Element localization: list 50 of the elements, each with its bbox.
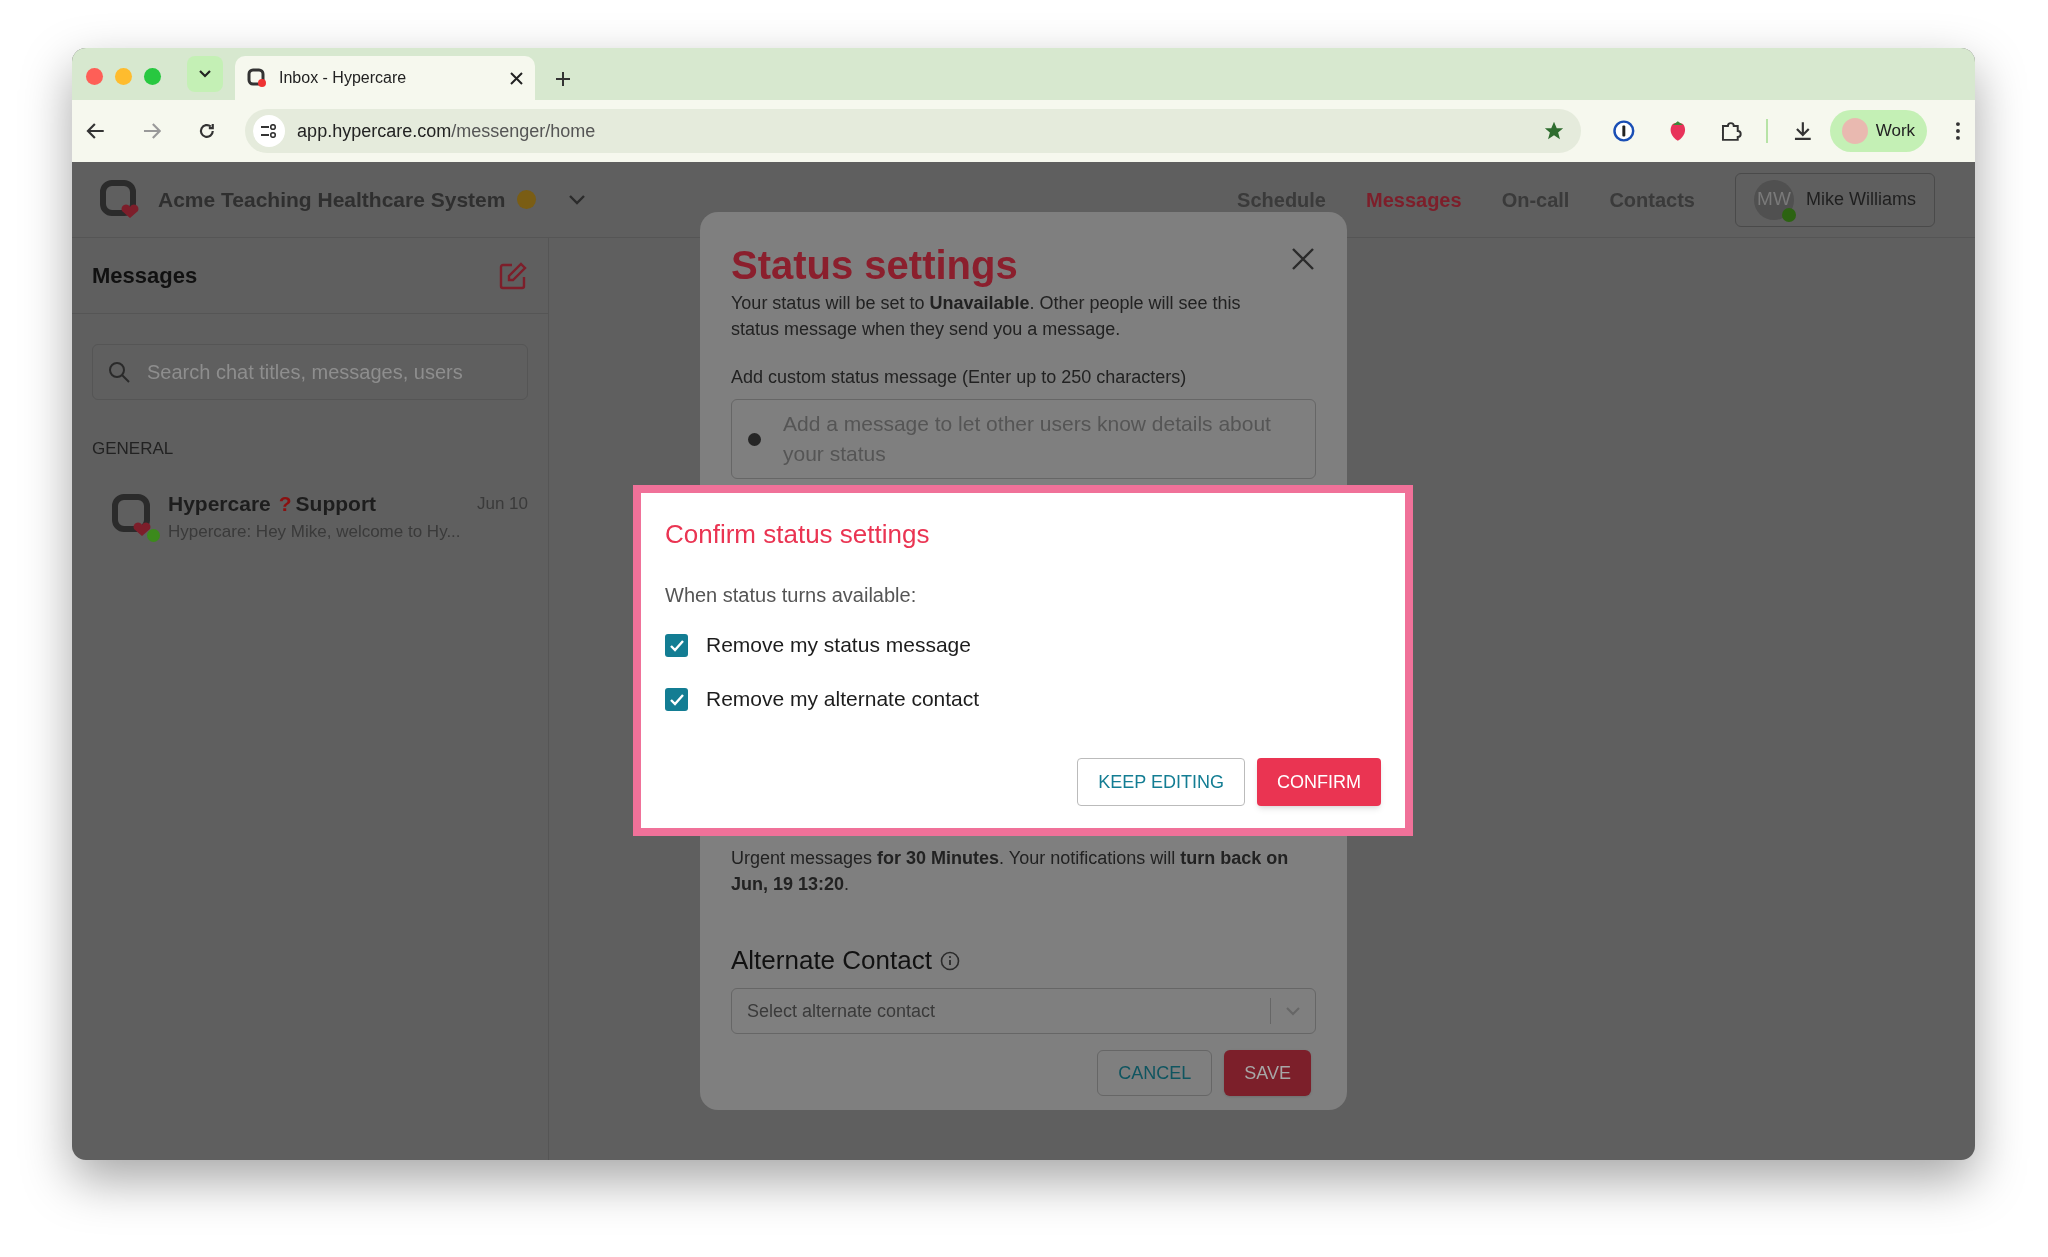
search-icon — [108, 361, 130, 383]
browser-tab[interactable]: Inbox - Hypercare — [235, 56, 535, 100]
warning-icon — [517, 190, 537, 209]
puzzle-piece-icon[interactable] — [1720, 120, 1743, 142]
notification-notice: Urgent messages for 30 Minutes. Your notifications will turn back on Jun, 19 13:20. — [731, 847, 1290, 896]
forward-icon[interactable] — [141, 122, 162, 140]
profile-name: Work — [1875, 120, 1916, 143]
close-icon[interactable] — [510, 71, 523, 85]
dialog-prompt: When status turns available: — [665, 583, 917, 608]
address-bar[interactable]: app.hypercare.com/messenger/home — [245, 109, 1582, 153]
password-manager-icon[interactable] — [1613, 120, 1635, 142]
chat-name: Hypercare — [168, 490, 271, 517]
confirm-button[interactable]: CONFIRM — [1257, 758, 1381, 806]
app-logo-icon — [247, 68, 267, 88]
app-logo-icon — [100, 179, 140, 220]
checkmark-icon — [668, 692, 685, 706]
star-icon[interactable] — [1543, 120, 1566, 142]
nav-link[interactable]: Messages — [1366, 184, 1462, 215]
cancel-button[interactable]: CANCEL — [1097, 1050, 1213, 1096]
modal-title: Status settings — [731, 242, 1018, 289]
checkbox[interactable] — [665, 687, 688, 711]
more-icon[interactable] — [1955, 121, 1961, 141]
question-mark-glyph: ? — [278, 490, 292, 517]
user-name: Mike Williams — [1806, 188, 1916, 211]
profile-button[interactable]: Work — [1829, 110, 1928, 152]
tab-list-button[interactable] — [187, 56, 223, 92]
field-label: Add custom status message (Enter up to 250 characters) — [731, 366, 1187, 389]
section-heading: GENERAL — [92, 438, 174, 460]
back-icon[interactable] — [86, 122, 106, 140]
checkbox-label: Remove my status message — [706, 632, 971, 659]
modal-description: Your status will be set to Unavailable. Other people will see this status message when they send you a message. — [731, 292, 1242, 341]
chevron-down-icon — [198, 69, 212, 79]
checkmark-icon — [668, 638, 685, 652]
checkbox[interactable] — [665, 633, 688, 657]
chat-name: Support — [295, 490, 377, 517]
dialog-title: Confirm status settings — [665, 518, 930, 551]
avatar-icon — [1841, 118, 1868, 144]
download-icon[interactable] — [1792, 120, 1814, 142]
section-heading: Alternate Contact — [731, 944, 932, 977]
site-settings-icon[interactable] — [253, 115, 286, 147]
sidebar-title: Messages — [92, 262, 198, 290]
keep-editing-button[interactable]: KEEP EDITING — [1077, 758, 1245, 806]
save-button[interactable]: SAVE — [1224, 1050, 1311, 1096]
url-text: app.hypercare.com/messenger/home — [297, 119, 597, 143]
info-icon[interactable] — [939, 950, 960, 971]
chevron-down-icon — [1285, 1006, 1301, 1016]
alternate-contact-select[interactable]: Select alternate contact — [731, 988, 1316, 1034]
checkbox-label: Remove my alternate contact — [706, 686, 980, 713]
new-tab-icon[interactable] — [555, 71, 571, 87]
tab-title: Inbox - Hypercare — [279, 68, 408, 88]
